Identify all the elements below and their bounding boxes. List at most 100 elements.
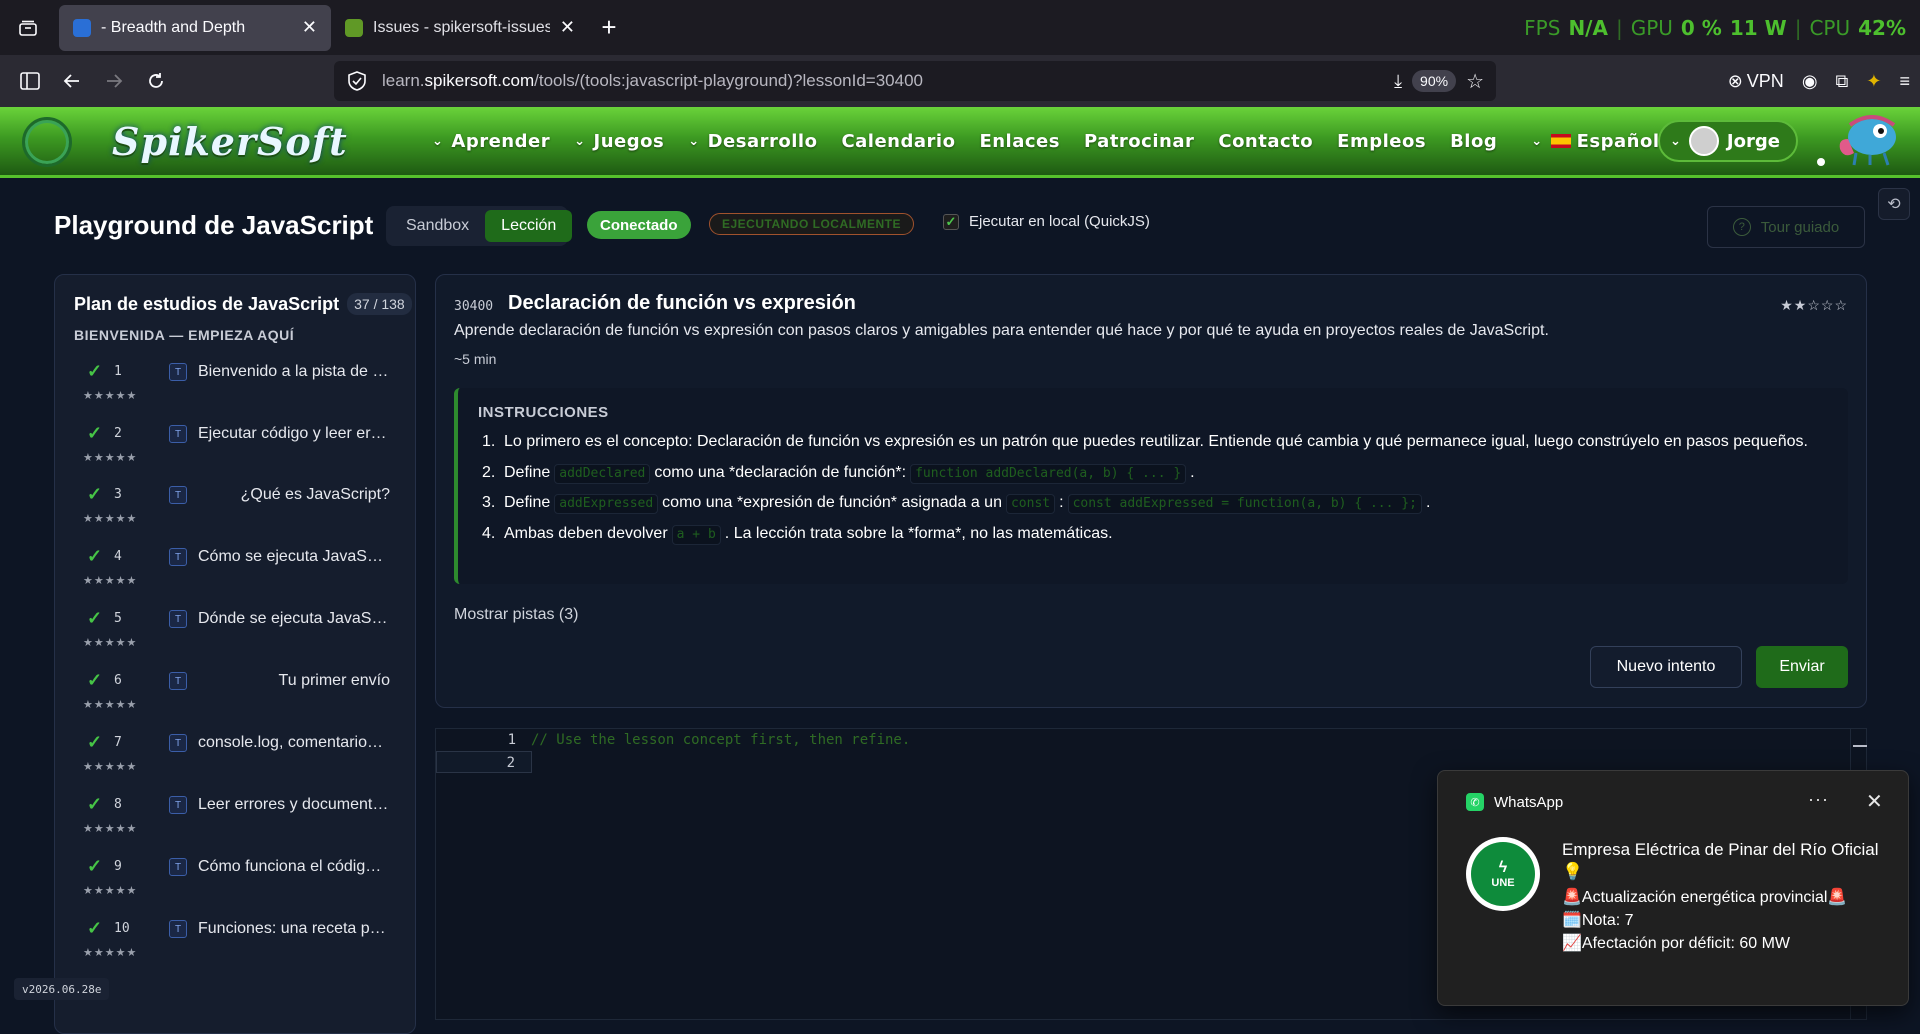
back-icon[interactable] [51,60,93,102]
nav-empleos[interactable]: Empleos [1325,131,1438,152]
lesson-item[interactable]: ✓ 6 T Tu primer envío ★★★★★ [55,664,415,726]
connection-status-badge: Conectado [587,211,691,239]
nav-calendario[interactable]: Calendario [829,131,967,152]
sender-avatar: ϟ UNE [1466,837,1540,911]
zoom-level[interactable]: 90% [1412,70,1457,92]
new-tab-button[interactable]: + [589,8,629,48]
nav-juegos[interactable]: ⌄ Juegos [562,131,676,152]
lesson-title: Dónde se ejecuta JavaScript [198,610,390,627]
address-bar[interactable]: learn.spikersoft.com/tools/(tools:javasc… [334,61,1496,101]
lesson-item[interactable]: ✓ 3 T ¿Qué es JavaScript? ★★★★★ [55,478,415,540]
lesson-number: 8 [114,797,122,812]
lesson-number: 4 [114,549,122,564]
site-logo[interactable]: SpikerSoft [112,119,348,164]
lesson-title: Declaración de función vs expresión [508,292,856,314]
retry-button[interactable]: Nuevo intento [1590,646,1742,688]
tab-title: - Breadth and Depth [101,18,246,36]
mode-sandbox-tab[interactable]: Sandbox [390,210,485,242]
extension-badge-icon[interactable]: ✦ [1866,71,1881,92]
chameleon-mascot-icon[interactable] [1836,109,1902,167]
instruction-step: 1. Lo primero es el concepto: Declaración… [482,433,1808,450]
notification-app-name: WhatsApp [1494,793,1564,811]
lesson-item[interactable]: ✓ 9 T Cómo funciona el código JavaScript… [55,850,415,912]
tab-gitea-issues[interactable]: Issues - spikersoft-issues - Gitea ✕ [331,5,589,51]
instructions-box: INSTRUCCIONES 1. Lo primero es el concept… [454,388,1848,584]
user-menu-button[interactable]: ⌄ Jorge [1658,120,1798,162]
tab-overview-icon[interactable] [0,0,55,55]
reload-icon[interactable] [135,60,177,102]
close-tab-icon[interactable]: ✕ [302,17,317,38]
run-local-checkbox[interactable]: ✓ [943,213,959,230]
language-selector[interactable]: ⌄ Español [1519,131,1671,152]
nav-contacto[interactable]: Contacto [1206,131,1325,152]
lesson-number: 9 [114,859,122,874]
line-number: 1 [507,732,516,748]
lesson-title: Ejecutar código y leer errores [198,425,390,442]
line-number-current: 2 [436,751,532,773]
save-page-icon[interactable]: ⤓ [1394,71,1402,92]
lesson-title: Funciones: una receta para reutilizar [198,920,390,937]
estimated-time: ~5 min [454,351,497,367]
check-icon: ✓ [87,546,103,566]
lesson-type-tag: T [169,548,187,566]
gpu-label: GPU [1630,15,1673,40]
url-text[interactable]: learn.spikersoft.com/tools/(tools:javasc… [382,71,1394,91]
close-tab-icon[interactable]: ✕ [560,17,575,38]
close-icon[interactable]: ✕ [1866,789,1883,814]
lesson-item[interactable]: ✓ 10 T Funciones: una receta para reutil… [55,912,415,974]
lesson-stars: ★★★★★ [83,885,138,897]
forward-icon[interactable] [93,60,135,102]
site-logo-ring-icon[interactable] [22,117,72,167]
notification-line: 🚨Actualización energética provincial🚨 [1562,889,1848,906]
lesson-item[interactable]: ✓ 5 T Dónde se ejecuta JavaScript ★★★★★ [55,602,415,664]
lesson-item[interactable]: ✓ 1 T Bienvenido a la pista de JavaScrip… [55,355,415,417]
nav-enlaces[interactable]: Enlaces [967,131,1072,152]
spain-flag-icon [1550,134,1571,148]
check-icon: ✓ [87,423,103,443]
notification-line: 📈Afectación por déficit: 60 MW [1562,935,1791,952]
more-options-icon[interactable]: ··· [1808,789,1829,810]
account-icon[interactable]: ◉ [1802,71,1818,92]
check-icon: ✓ [87,732,103,752]
nav-patrocinar[interactable]: Patrocinar [1072,131,1206,152]
nav-aprender[interactable]: ⌄ Aprender [420,131,562,152]
lesson-item[interactable]: ✓ 2 T Ejecutar código y leer errores ★★★… [55,417,415,479]
whatsapp-icon: ✆ [1466,793,1484,811]
submit-button[interactable]: Enviar [1756,646,1848,688]
code-line[interactable]: // Use the lesson concept first, then re… [531,729,910,751]
lesson-item[interactable]: ✓ 7 T console.log, comentarios y más ★★★… [55,726,415,788]
history-icon[interactable]: ⟲ [1878,188,1910,220]
bookmark-star-icon[interactable]: ☆ [1466,69,1484,94]
vpn-button[interactable]: ⊗ VPN [1728,71,1784,92]
guided-tour-label: Tour guiado [1760,218,1840,236]
mode-lesson-tab[interactable]: Lección [485,210,573,242]
vpn-off-icon: ⊗ [1727,70,1743,91]
minimap-slider[interactable] [1853,745,1867,747]
sidebar-toggle-icon[interactable] [9,60,51,102]
extensions-icon[interactable]: ⧉ [1836,71,1849,92]
lesson-type-tag: T [169,425,187,443]
show-hints-toggle[interactable]: Mostrar pistas (3) [454,606,578,624]
run-local-toggle[interactable]: ✓ Ejecutar en local (QuickJS) [943,213,1150,230]
tab-breadth-and-depth[interactable]: - Breadth and Depth ✕ [59,4,331,51]
guided-tour-button[interactable]: ? Tour guiado [1707,206,1865,248]
lesson-item[interactable]: ✓ 8 T Leer errores y documentación ★★★★★ [55,788,415,850]
lesson-number: 6 [114,673,122,688]
cpu-label: CPU [1809,15,1851,40]
shield-icon[interactable] [346,70,368,92]
lesson-number: 7 [114,735,122,750]
nav-blog[interactable]: Blog [1438,131,1509,152]
lesson-type-tag: T [169,858,187,876]
nav-desarrollo[interactable]: ⌄ Desarrollo [676,131,829,152]
lesson-item[interactable]: ✓ 4 T Cómo se ejecuta JavaScript ★★★★★ [55,540,415,602]
lesson-type-tag: T [169,672,187,690]
whatsapp-notification[interactable]: ✆ WhatsApp ··· ✕ ϟ UNE Empresa Eléctrica … [1437,770,1909,1006]
lesson-title: Tu primer envío [278,672,390,689]
sender-logo-text: UNE [1491,877,1515,889]
lesson-stars: ★★★★★ [83,761,138,773]
menu-icon[interactable]: ≡ [1899,71,1910,92]
curriculum-title: Plan de estudios de JavaScript [74,293,340,314]
lesson-stars: ★★★★★ [83,513,138,525]
fps-value: N/A [1568,15,1608,40]
instruction-step: 4. Ambas deben devolver a + b. La lección … [482,522,1832,547]
